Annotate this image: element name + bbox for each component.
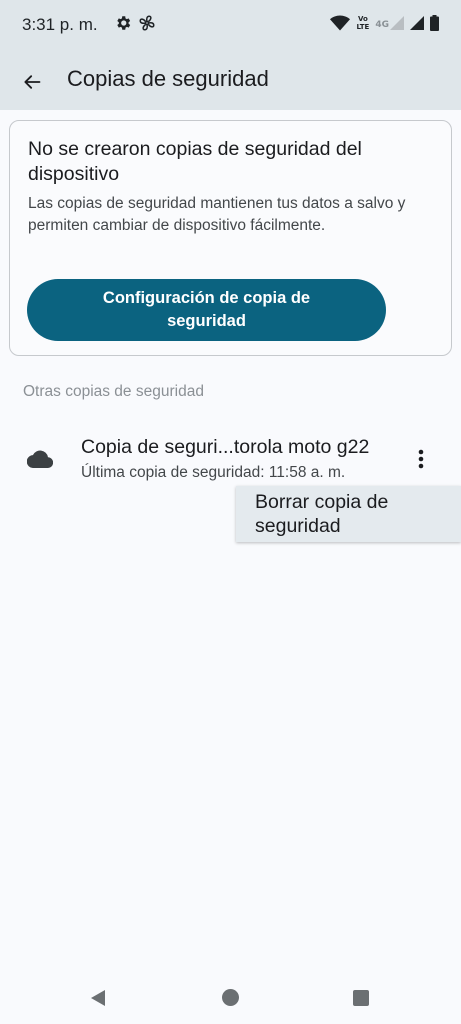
- backup-status-card: No se crearon copias de seguridad del di…: [9, 120, 452, 356]
- wifi-icon: [330, 15, 351, 31]
- more-options-button[interactable]: [408, 446, 434, 472]
- top-app-bar: 3:31 p. m. Vo LTE 4G Copias de seguridad: [0, 0, 461, 110]
- backup-item-title: Copia de seguri...torola moto g22: [81, 436, 370, 458]
- cloud-icon: [27, 450, 53, 468]
- status-bar: 3:31 p. m. Vo LTE 4G: [0, 0, 461, 48]
- settings-gear-icon: [117, 16, 131, 30]
- status-icons: Vo LTE 4G: [330, 13, 439, 33]
- card-description: Las copias de seguridad mantienen tus da…: [28, 195, 406, 234]
- backup-settings-button-label: Configuración de copia de seguridad: [102, 289, 311, 330]
- backup-item-subtitle: Última copia de seguridad: 11:58 a. m.: [81, 464, 346, 481]
- other-backups-section-label: Otras copias de seguridad: [23, 383, 204, 400]
- card-title: No se crearon copias de seguridad del di…: [28, 138, 362, 185]
- backup-list-item[interactable]: Copia de seguri...torola moto g22 Última…: [0, 426, 461, 492]
- page-title: Copias de seguridad: [67, 66, 269, 91]
- nav-recents-icon[interactable]: [353, 990, 369, 1006]
- status-time: 3:31 p. m.: [22, 15, 98, 34]
- more-vert-icon: [418, 449, 424, 469]
- signal-icon: [410, 16, 424, 30]
- menu-item-delete-backup[interactable]: Borrar copia de seguridad: [255, 490, 445, 538]
- nav-back-icon[interactable]: [88, 988, 108, 1008]
- nav-home-icon[interactable]: [222, 989, 239, 1006]
- backup-settings-button[interactable]: Configuración de copia de seguridad: [27, 279, 386, 341]
- navigation-bar: [0, 970, 461, 1024]
- battery-icon: [430, 15, 439, 31]
- back-button[interactable]: [16, 66, 48, 98]
- fan-icon: [139, 15, 155, 31]
- volte-icon: Vo LTE: [356, 15, 370, 31]
- arrow-back-icon: [24, 75, 41, 89]
- signal-4g-icon: 4G: [375, 16, 404, 30]
- overflow-menu: Borrar copia de seguridad: [236, 486, 461, 542]
